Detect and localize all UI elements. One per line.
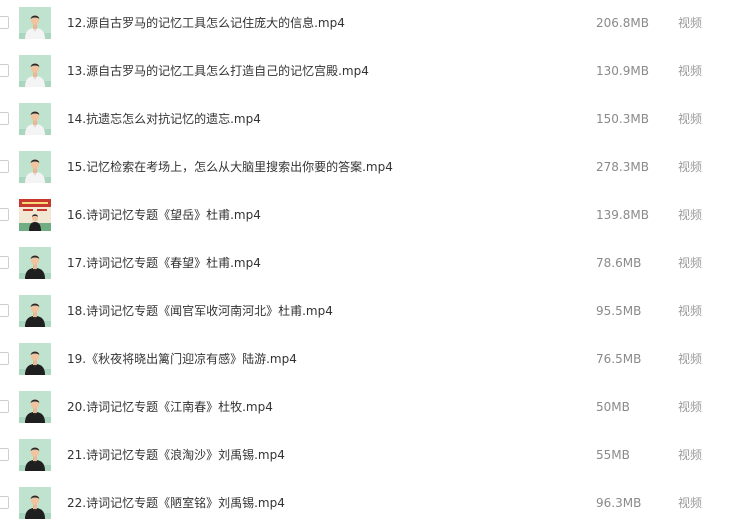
file-name[interactable]: 12.源自古罗马的记忆工具怎么记住庞大的信息.mp4 [67, 0, 345, 47]
video-thumbnail-icon [19, 55, 51, 87]
file-row[interactable]: 16.诗词记忆专题《望岳》杜甫.mp4 139.8MB 视频 [0, 191, 731, 239]
file-type: 视频 [678, 304, 703, 318]
video-thumbnail[interactable] [19, 55, 51, 87]
file-row[interactable]: 12.源自古罗马的记忆工具怎么记住庞大的信息.mp4 206.8MB 视频 [0, 0, 731, 47]
file-name[interactable]: 13.源自古罗马的记忆工具怎么打造自己的记忆宫殿.mp4 [67, 47, 369, 95]
file-type: 视频 [678, 64, 703, 78]
file-size: 206.8MB [596, 16, 649, 30]
file-size: 76.5MB [596, 352, 642, 366]
video-thumbnail-icon [19, 295, 51, 327]
file-type: 视频 [678, 496, 703, 510]
file-type: 视频 [678, 112, 703, 126]
row-checkbox[interactable] [0, 496, 9, 509]
file-type: 视频 [678, 448, 703, 462]
file-type: 视频 [678, 208, 703, 222]
file-name[interactable]: 19.《秋夜将晓出篱门迎凉有感》陆游.mp4 [67, 335, 297, 383]
video-thumbnail[interactable] [19, 391, 51, 423]
file-name[interactable]: 18.诗词记忆专题《闻官军收河南河北》杜甫.mp4 [67, 287, 333, 335]
video-thumbnail-icon [19, 7, 51, 39]
file-size: 139.8MB [596, 208, 649, 222]
file-size: 55MB [596, 448, 630, 462]
video-thumbnail[interactable] [19, 7, 51, 39]
video-thumbnail-icon [19, 391, 51, 423]
file-size: 130.9MB [596, 64, 649, 78]
row-checkbox[interactable] [0, 16, 9, 29]
file-name[interactable]: 15.记忆检索在考场上，怎么从大脑里搜索出你要的答案.mp4 [67, 143, 393, 191]
file-size: 96.3MB [596, 496, 642, 510]
file-size: 150.3MB [596, 112, 649, 126]
file-name[interactable]: 21.诗词记忆专题《浪淘沙》刘禹锡.mp4 [67, 431, 285, 479]
file-row[interactable]: 17.诗词记忆专题《春望》杜甫.mp4 78.6MB 视频 [0, 239, 731, 287]
file-type: 视频 [678, 400, 703, 414]
file-size: 50MB [596, 400, 630, 414]
video-thumbnail[interactable] [19, 199, 51, 231]
file-size: 278.3MB [596, 160, 649, 174]
file-type: 视频 [678, 160, 703, 174]
video-thumbnail[interactable] [19, 247, 51, 279]
file-type: 视频 [678, 16, 703, 30]
file-row[interactable]: 19.《秋夜将晓出篱门迎凉有感》陆游.mp4 76.5MB 视频 [0, 335, 731, 383]
video-thumbnail[interactable] [19, 343, 51, 375]
video-thumbnail-icon [19, 103, 51, 135]
file-row[interactable]: 14.抗遗忘怎么对抗记忆的遗忘.mp4 150.3MB 视频 [0, 95, 731, 143]
file-row[interactable]: 18.诗词记忆专题《闻官军收河南河北》杜甫.mp4 95.5MB 视频 [0, 287, 731, 335]
video-thumbnail-icon [19, 199, 51, 231]
file-type: 视频 [678, 352, 703, 366]
file-row[interactable]: 20.诗词记忆专题《江南春》杜牧.mp4 50MB 视频 [0, 383, 731, 431]
video-thumbnail[interactable] [19, 487, 51, 519]
video-thumbnail-icon [19, 487, 51, 519]
video-thumbnail[interactable] [19, 439, 51, 471]
video-thumbnail[interactable] [19, 151, 51, 183]
file-size: 95.5MB [596, 304, 642, 318]
file-row[interactable]: 21.诗词记忆专题《浪淘沙》刘禹锡.mp4 55MB 视频 [0, 431, 731, 479]
file-row[interactable]: 13.源自古罗马的记忆工具怎么打造自己的记忆宫殿.mp4 130.9MB 视频 [0, 47, 731, 95]
row-checkbox[interactable] [0, 448, 9, 461]
row-checkbox[interactable] [0, 352, 9, 365]
row-checkbox[interactable] [0, 400, 9, 413]
video-thumbnail-icon [19, 343, 51, 375]
file-name[interactable]: 17.诗词记忆专题《春望》杜甫.mp4 [67, 239, 261, 287]
file-type: 视频 [678, 256, 703, 270]
video-thumbnail-icon [19, 439, 51, 471]
video-thumbnail[interactable] [19, 103, 51, 135]
video-thumbnail-icon [19, 151, 51, 183]
file-size: 78.6MB [596, 256, 642, 270]
row-checkbox[interactable] [0, 256, 9, 269]
row-checkbox[interactable] [0, 208, 9, 221]
video-thumbnail[interactable] [19, 295, 51, 327]
row-checkbox[interactable] [0, 112, 9, 125]
file-row[interactable]: 15.记忆检索在考场上，怎么从大脑里搜索出你要的答案.mp4 278.3MB 视频 [0, 143, 731, 191]
file-name[interactable]: 14.抗遗忘怎么对抗记忆的遗忘.mp4 [67, 95, 261, 143]
row-checkbox[interactable] [0, 64, 9, 77]
video-thumbnail-icon [19, 247, 51, 279]
file-name[interactable]: 20.诗词记忆专题《江南春》杜牧.mp4 [67, 383, 273, 431]
file-name[interactable]: 22.诗词记忆专题《陋室铭》刘禹锡.mp4 [67, 479, 285, 527]
file-name[interactable]: 16.诗词记忆专题《望岳》杜甫.mp4 [67, 191, 261, 239]
file-row[interactable]: 22.诗词记忆专题《陋室铭》刘禹锡.mp4 96.3MB 视频 [0, 479, 731, 527]
row-checkbox[interactable] [0, 160, 9, 173]
row-checkbox[interactable] [0, 304, 9, 317]
file-list: 12.源自古罗马的记忆工具怎么记住庞大的信息.mp4 206.8MB 视频 13.源自… [0, 0, 731, 526]
